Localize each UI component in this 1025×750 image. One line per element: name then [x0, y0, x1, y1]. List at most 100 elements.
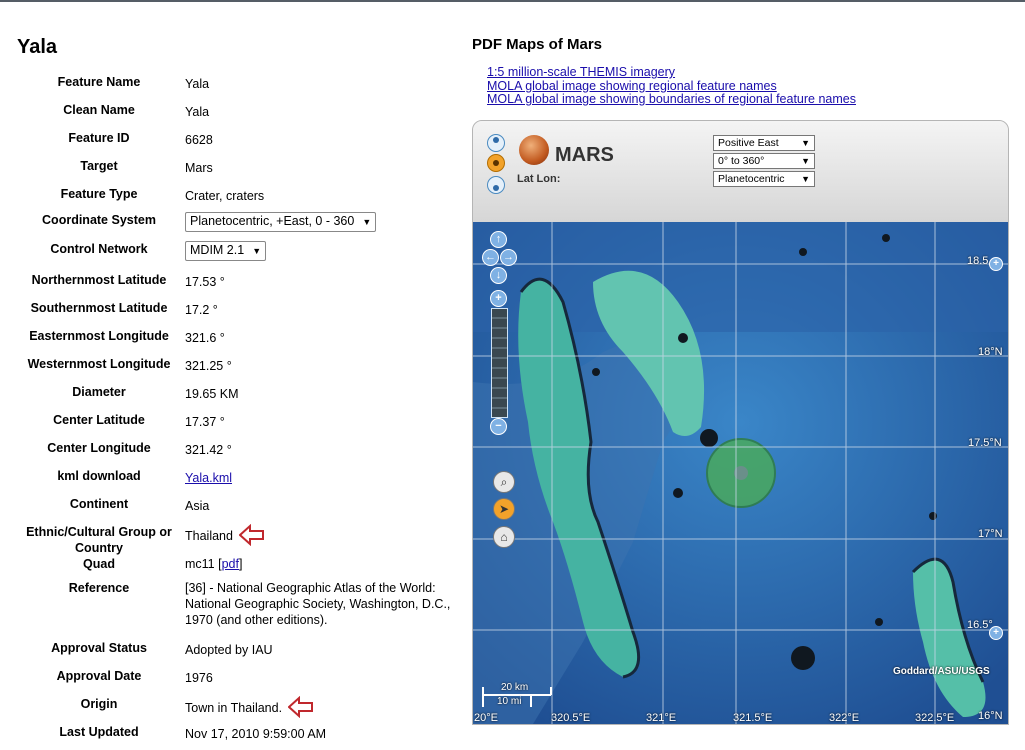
attr-label: Feature Name — [57, 75, 141, 89]
attr-label: Easternmost Longitude — [29, 329, 169, 343]
attr-row: Southernmost Latitude 17.2 ° — [14, 298, 465, 326]
attr-value: 321.25 ° — [185, 359, 232, 373]
attr-value: Yala — [185, 105, 210, 119]
attr-row: Northernmost Latitude 17.53 ° — [14, 270, 465, 298]
north-polar-view-button[interactable] — [487, 134, 505, 152]
attr-label: Origin — [80, 697, 118, 711]
attr-value: 321.6 ° — [185, 331, 225, 345]
attr-row: Quad mc11 [pdf] — [14, 556, 465, 580]
pointer-tool-icon[interactable]: ➤ — [493, 498, 515, 520]
mars-globe-icon — [519, 135, 549, 165]
attr-label: Target — [80, 159, 118, 173]
attr-row: Coordinate System Planetocentric, +East, … — [14, 212, 465, 241]
attr-row: Center Latitude 17.37 ° — [14, 410, 465, 438]
lon-label: 321.5°E — [733, 712, 773, 724]
zoom-slider[interactable] — [491, 308, 508, 418]
pan-up-button[interactable]: ↑ — [490, 231, 507, 248]
attr-value: Mars — [185, 161, 213, 175]
attr-label: Diameter — [72, 385, 126, 399]
lon-label: 321°E — [646, 712, 677, 724]
feature-attributes-table: Feature Name Yala Clean Name Yala Feature … — [14, 72, 465, 750]
map-imagery — [473, 222, 1008, 724]
top-border — [0, 0, 1025, 2]
attr-value: Asia — [185, 499, 210, 513]
attr-label: Northernmost Latitude — [31, 273, 167, 287]
attr-value: 17.53 ° — [185, 275, 225, 289]
attr-row: Feature Type Crater, craters — [14, 184, 465, 212]
mars-map-canvas[interactable]: ↑ ← → ↓ + − ⌕ ➤ ⌂ 18.5 + 18°N 17.5°N 17°… — [473, 222, 1008, 724]
attr-row: Feature ID 6628 — [14, 128, 465, 156]
attr-row: kml download Yala.kml — [14, 466, 465, 494]
attr-row: Diameter 19.65 KM — [14, 382, 465, 410]
imagery-credit: Goddard/ASU/USGS — [893, 666, 990, 677]
mola-regional-names-link[interactable]: MOLA global image showing regional featu… — [487, 79, 856, 94]
pan-left-button[interactable]: ← — [482, 249, 499, 266]
page-title: Yala — [17, 36, 58, 58]
lon-label: 322.5°E — [915, 712, 955, 724]
attr-label: Continent — [69, 497, 129, 511]
attr-label: Ethnic/Cultural Group or Country — [26, 525, 172, 555]
lat-label: 18.5 — [967, 255, 989, 267]
attr-row: Target Mars — [14, 156, 465, 184]
attr-label: kml download — [57, 469, 141, 483]
lon-label: 320.5°E — [551, 712, 591, 724]
map-viewer: MARS Lat Lon: Positive East ▼ 0° to 360° ▼… — [472, 120, 1009, 725]
attr-value: 19.65 KM — [185, 387, 239, 401]
attr-value: Thailand — [185, 529, 233, 544]
attr-row: Easternmost Longitude 321.6 ° — [14, 326, 465, 354]
attr-row: Center Longitude 321.42 ° — [14, 438, 465, 466]
lat-label: 17.5°N — [968, 437, 1002, 449]
attr-label: Center Longitude — [47, 441, 151, 455]
lat-label: 17°N — [978, 528, 1003, 540]
arrow-marker-icon — [288, 696, 314, 718]
longitude-direction-select[interactable]: Positive East ▼ — [713, 135, 815, 151]
attr-label: Coordinate System — [42, 213, 156, 227]
attr-label: Clean Name — [63, 103, 135, 117]
attr-value: 1976 — [185, 671, 213, 685]
scale-mi: 10 mi — [497, 696, 522, 707]
longitude-range-select[interactable]: 0° to 360° ▼ — [713, 153, 815, 169]
attr-label: Approval Status — [51, 641, 147, 655]
mola-regional-boundaries-link[interactable]: MOLA global image showing boundaries of … — [487, 92, 856, 107]
attr-value: Nov 17, 2010 9:59:00 AM — [185, 727, 327, 741]
zoom-box-tool-icon[interactable]: ⌕ — [493, 471, 515, 493]
attr-label: Southernmost Latitude — [30, 301, 168, 315]
south-polar-view-button[interactable] — [487, 176, 505, 194]
latlon-readout-label: Lat Lon: — [517, 173, 561, 185]
zoom-in-button[interactable]: + — [490, 290, 507, 307]
scale-bar: 20 km 10 mi — [481, 682, 553, 710]
arrow-marker-icon — [238, 524, 264, 546]
planet-name: MARS — [555, 144, 614, 166]
attr-value: Yala — [185, 77, 210, 91]
attr-row: Approval Status Adopted by IAU — [14, 638, 465, 666]
home-icon[interactable]: ⌂ — [493, 526, 515, 548]
zoom-out-button[interactable]: − — [490, 418, 507, 435]
attr-label: Feature ID — [68, 131, 130, 145]
kml-download-link[interactable]: Yala.kml — [185, 471, 232, 485]
attr-value: [36] - National Geographic Atlas of the … — [185, 581, 451, 627]
attr-label: Quad — [83, 557, 115, 571]
scale-km: 20 km — [501, 682, 529, 693]
quad-pdf-link[interactable]: pdf — [222, 557, 239, 571]
attr-row: Westernmost Longitude 321.25 ° — [14, 354, 465, 382]
attr-row: Reference [36] - National Geographic Atla… — [14, 580, 465, 638]
pdf-maps-links: 1:5 million-scale THEMIS imagery MOLA gl… — [487, 65, 856, 107]
attr-label: Westernmost Longitude — [27, 357, 171, 371]
attr-row: Last Updated Nov 17, 2010 9:59:00 AM — [14, 722, 465, 750]
attr-value: Crater, craters — [185, 189, 265, 203]
attr-value: 321.42 ° — [185, 443, 232, 457]
pan-down-button[interactable]: ↓ — [490, 267, 507, 284]
themis-imagery-link[interactable]: 1:5 million-scale THEMIS imagery — [487, 65, 856, 80]
attr-row: Approval Date 1976 — [14, 666, 465, 694]
lat-label: 16°N — [978, 710, 1003, 722]
latitude-type-select[interactable]: Planetocentric ▼ — [713, 171, 815, 187]
control-network-select[interactable]: MDIM 2.1 ▼ — [185, 241, 267, 261]
pan-right-button[interactable]: → — [500, 249, 517, 266]
attr-value: Town in Thailand. — [185, 701, 283, 716]
expand-lat-icon[interactable]: + — [989, 626, 1003, 640]
expand-lat-icon[interactable]: + — [989, 257, 1003, 271]
attr-label: Feature Type — [60, 187, 138, 201]
lon-label: 322°E — [829, 712, 860, 724]
coordinate-system-select[interactable]: Planetocentric, +East, 0 - 360 ▼ — [185, 212, 377, 232]
cylindrical-view-button[interactable] — [487, 154, 505, 172]
